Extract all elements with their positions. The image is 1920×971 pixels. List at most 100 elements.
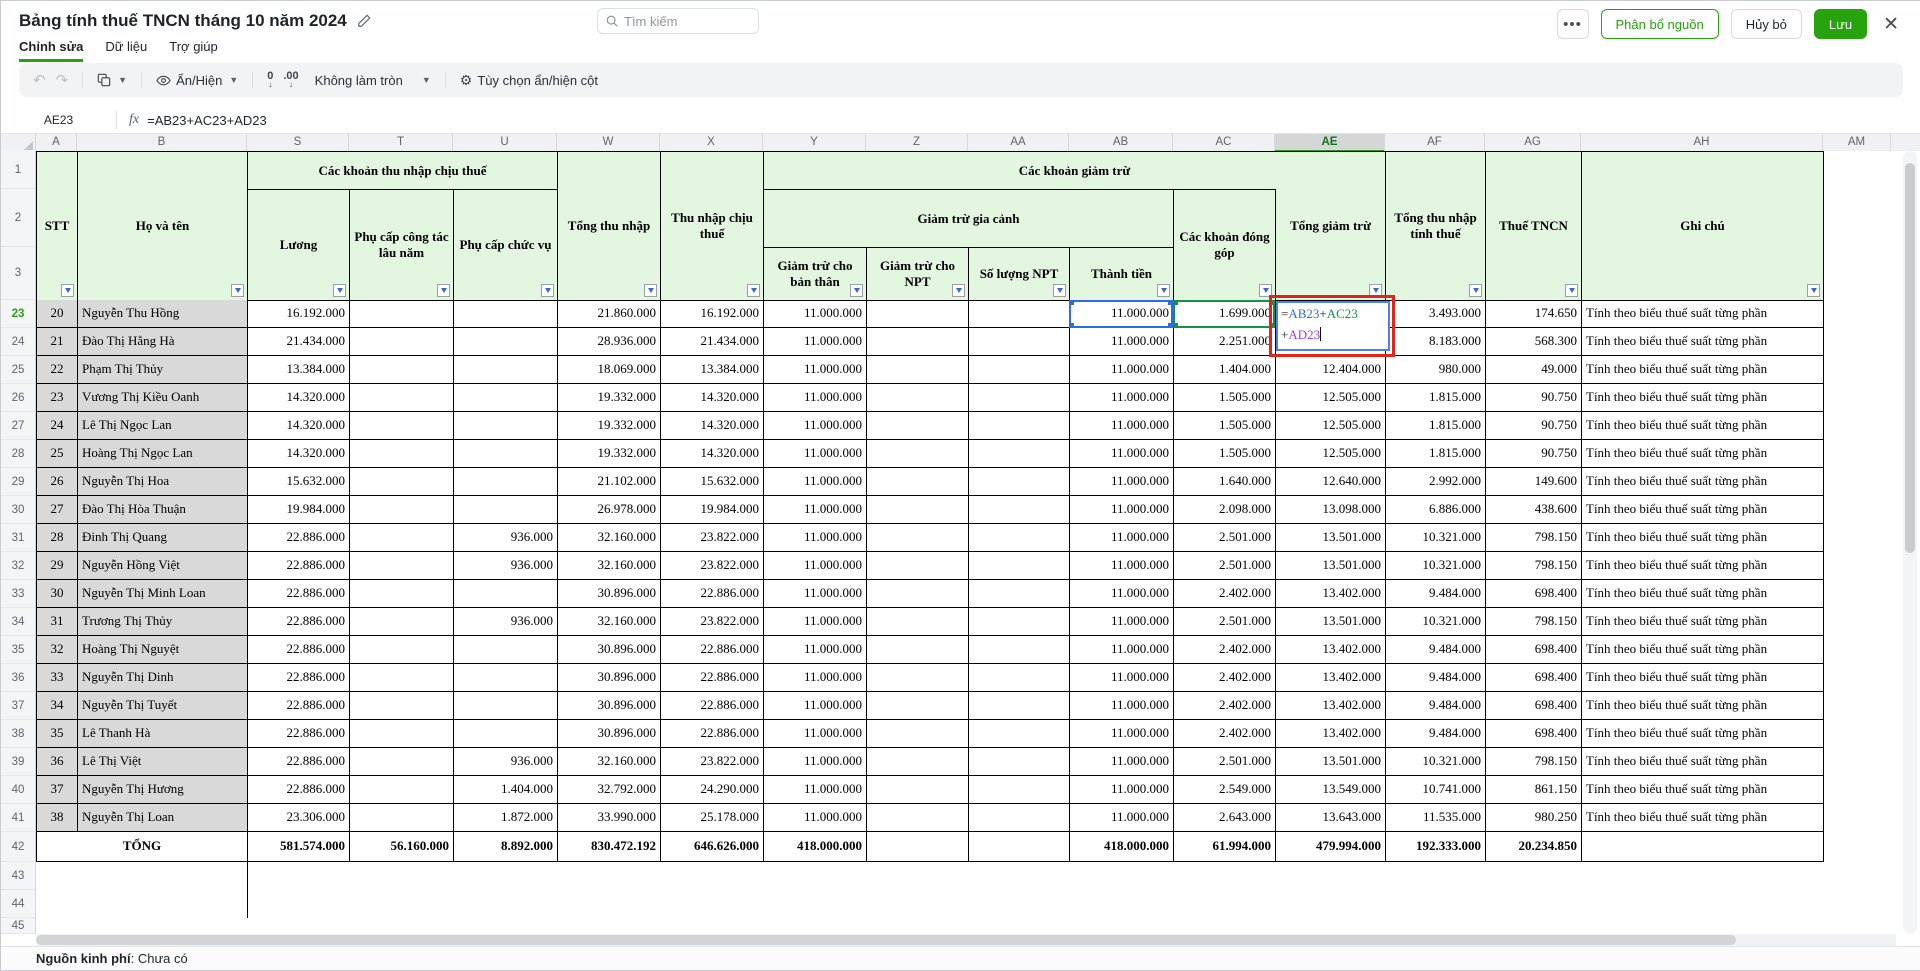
cell[interactable]: 14.320.000 xyxy=(661,384,764,412)
cell[interactable] xyxy=(454,356,558,384)
cell[interactable]: 13.402.000 xyxy=(1276,664,1386,692)
column-letter-B[interactable]: B xyxy=(77,134,247,152)
cell[interactable]: Nguyễn Thu Hồng xyxy=(78,300,248,328)
cell[interactable]: 11.000.000 xyxy=(764,804,867,832)
cell[interactable]: 11.000.000 xyxy=(1070,748,1174,776)
cell[interactable]: 34 xyxy=(37,692,78,720)
cell[interactable]: 13.549.000 xyxy=(1276,776,1386,804)
cell[interactable]: Hoàng Thị Nguyệt xyxy=(78,636,248,664)
header-thu-nhap-chiu-thue[interactable]: Thu nhập chịu thuế xyxy=(661,152,764,301)
cell[interactable] xyxy=(867,748,969,776)
cell[interactable]: 32.160.000 xyxy=(558,552,661,580)
cell[interactable] xyxy=(969,552,1070,580)
undo-icon[interactable]: ↶ xyxy=(33,73,46,88)
header-pc-cong-tac[interactable]: Phụ cấp công tác lâu năm xyxy=(350,190,454,301)
cell[interactable]: 22.886.000 xyxy=(248,748,350,776)
cell[interactable]: 25 xyxy=(37,440,78,468)
row-number-33[interactable]: 33 xyxy=(1,580,36,608)
row-number-2[interactable]: 2 xyxy=(1,189,36,247)
header-gt-ban-than[interactable]: Giảm trừ cho bản thân xyxy=(764,248,867,301)
cell[interactable]: 1.404.000 xyxy=(454,776,558,804)
cell[interactable]: 33.990.000 xyxy=(558,804,661,832)
cell[interactable] xyxy=(350,664,454,692)
cell[interactable]: 31 xyxy=(37,608,78,636)
cell[interactable]: 22.886.000 xyxy=(248,636,350,664)
rounding-select[interactable]: Không làm tròn ▼ xyxy=(315,73,431,88)
cell[interactable]: 27 xyxy=(37,496,78,524)
cell[interactable] xyxy=(969,748,1070,776)
row-number-24[interactable]: 24 xyxy=(1,328,36,356)
cell[interactable]: 11.000.000 xyxy=(1070,328,1174,356)
cell[interactable]: 10.741.000 xyxy=(1386,776,1486,804)
cell[interactable]: 438.600 xyxy=(1486,496,1582,524)
cell[interactable]: 23.822.000 xyxy=(661,524,764,552)
formula-input[interactable]: =AB23+AC23+AD23 xyxy=(147,113,267,128)
cell[interactable]: 12.640.000 xyxy=(1276,468,1386,496)
cell[interactable] xyxy=(350,636,454,664)
horizontal-scrollbar-thumb[interactable] xyxy=(36,935,1736,945)
cell[interactable]: Phạm Thị Thủy xyxy=(78,356,248,384)
cell[interactable]: 1.815.000 xyxy=(1386,384,1486,412)
cell[interactable]: 13.643.000 xyxy=(1276,804,1386,832)
cell[interactable]: Tính theo biểu thuế suất từng phần xyxy=(1582,664,1824,692)
cell[interactable] xyxy=(867,664,969,692)
total-cell[interactable]: 418.000.000 xyxy=(764,832,867,862)
cell[interactable] xyxy=(867,804,969,832)
cell[interactable]: 18.069.000 xyxy=(558,356,661,384)
header-stt[interactable]: STT xyxy=(37,152,78,301)
cell[interactable]: 22.886.000 xyxy=(661,664,764,692)
total-cell[interactable]: 192.333.000 xyxy=(1386,832,1486,862)
total-cell[interactable]: 56.160.000 xyxy=(350,832,454,862)
cell[interactable]: 21.434.000 xyxy=(248,328,350,356)
cell[interactable] xyxy=(454,580,558,608)
total-cell[interactable]: 8.892.000 xyxy=(454,832,558,862)
more-actions-button[interactable]: ••• xyxy=(1557,9,1589,39)
cell[interactable]: 13.384.000 xyxy=(661,356,764,384)
cell[interactable]: Nguyễn Hồng Việt xyxy=(78,552,248,580)
cell[interactable]: 3.493.000 xyxy=(1386,300,1486,328)
cell[interactable]: 22.886.000 xyxy=(248,608,350,636)
cell[interactable] xyxy=(969,524,1070,552)
cell[interactable] xyxy=(867,692,969,720)
cell[interactable] xyxy=(350,496,454,524)
cell[interactable]: 13.402.000 xyxy=(1276,692,1386,720)
column-visibility-options-button[interactable]: ⚙ Tùy chọn ẩn/hiện cột xyxy=(460,72,598,89)
cell[interactable]: 19.332.000 xyxy=(558,440,661,468)
row-number-27[interactable]: 27 xyxy=(1,412,36,440)
cell[interactable]: 698.400 xyxy=(1486,720,1582,748)
cell[interactable]: 698.400 xyxy=(1486,664,1582,692)
edit-title-pencil-icon[interactable] xyxy=(357,14,371,28)
total-cell[interactable]: 830.472.192 xyxy=(558,832,661,862)
header-so-luong-npt[interactable]: Số lượng NPT xyxy=(969,248,1070,301)
cell[interactable]: 14.320.000 xyxy=(248,384,350,412)
cell[interactable]: 798.150 xyxy=(1486,524,1582,552)
cell[interactable] xyxy=(969,608,1070,636)
cell[interactable]: 698.400 xyxy=(1486,692,1582,720)
cell[interactable]: 11.000.000 xyxy=(1070,384,1174,412)
select-all-corner[interactable] xyxy=(1,134,36,152)
cell[interactable]: 11.000.000 xyxy=(764,300,867,328)
cell[interactable]: 22.886.000 xyxy=(661,720,764,748)
cell[interactable]: 698.400 xyxy=(1486,636,1582,664)
cell[interactable]: 30.896.000 xyxy=(558,636,661,664)
cell[interactable] xyxy=(969,720,1070,748)
filter-dropdown-icon[interactable] xyxy=(61,284,74,297)
cell[interactable]: 28 xyxy=(37,524,78,552)
cell[interactable]: 2.549.000 xyxy=(1174,776,1276,804)
cell[interactable]: Tính theo biểu thuế suất từng phần xyxy=(1582,440,1824,468)
cell[interactable]: 1.640.000 xyxy=(1174,468,1276,496)
copy-format-button[interactable]: ▼ xyxy=(97,73,127,87)
row-number-40[interactable]: 40 xyxy=(1,776,36,804)
cell[interactable]: Tính theo biểu thuế suất từng phần xyxy=(1582,328,1824,356)
row-number-37[interactable]: 37 xyxy=(1,692,36,720)
header-thanh-tien[interactable]: Thành tiền xyxy=(1070,248,1174,301)
cell[interactable]: 11.000.000 xyxy=(764,664,867,692)
cell[interactable]: 798.150 xyxy=(1486,608,1582,636)
cell[interactable] xyxy=(350,804,454,832)
cell[interactable]: 29 xyxy=(37,552,78,580)
cell[interactable] xyxy=(350,440,454,468)
cell[interactable]: 2.643.000 xyxy=(1174,804,1276,832)
column-letter-U[interactable]: U xyxy=(453,134,557,152)
row-number-23[interactable]: 23 xyxy=(1,300,36,328)
search-input[interactable]: Tìm kiếm xyxy=(597,8,759,34)
